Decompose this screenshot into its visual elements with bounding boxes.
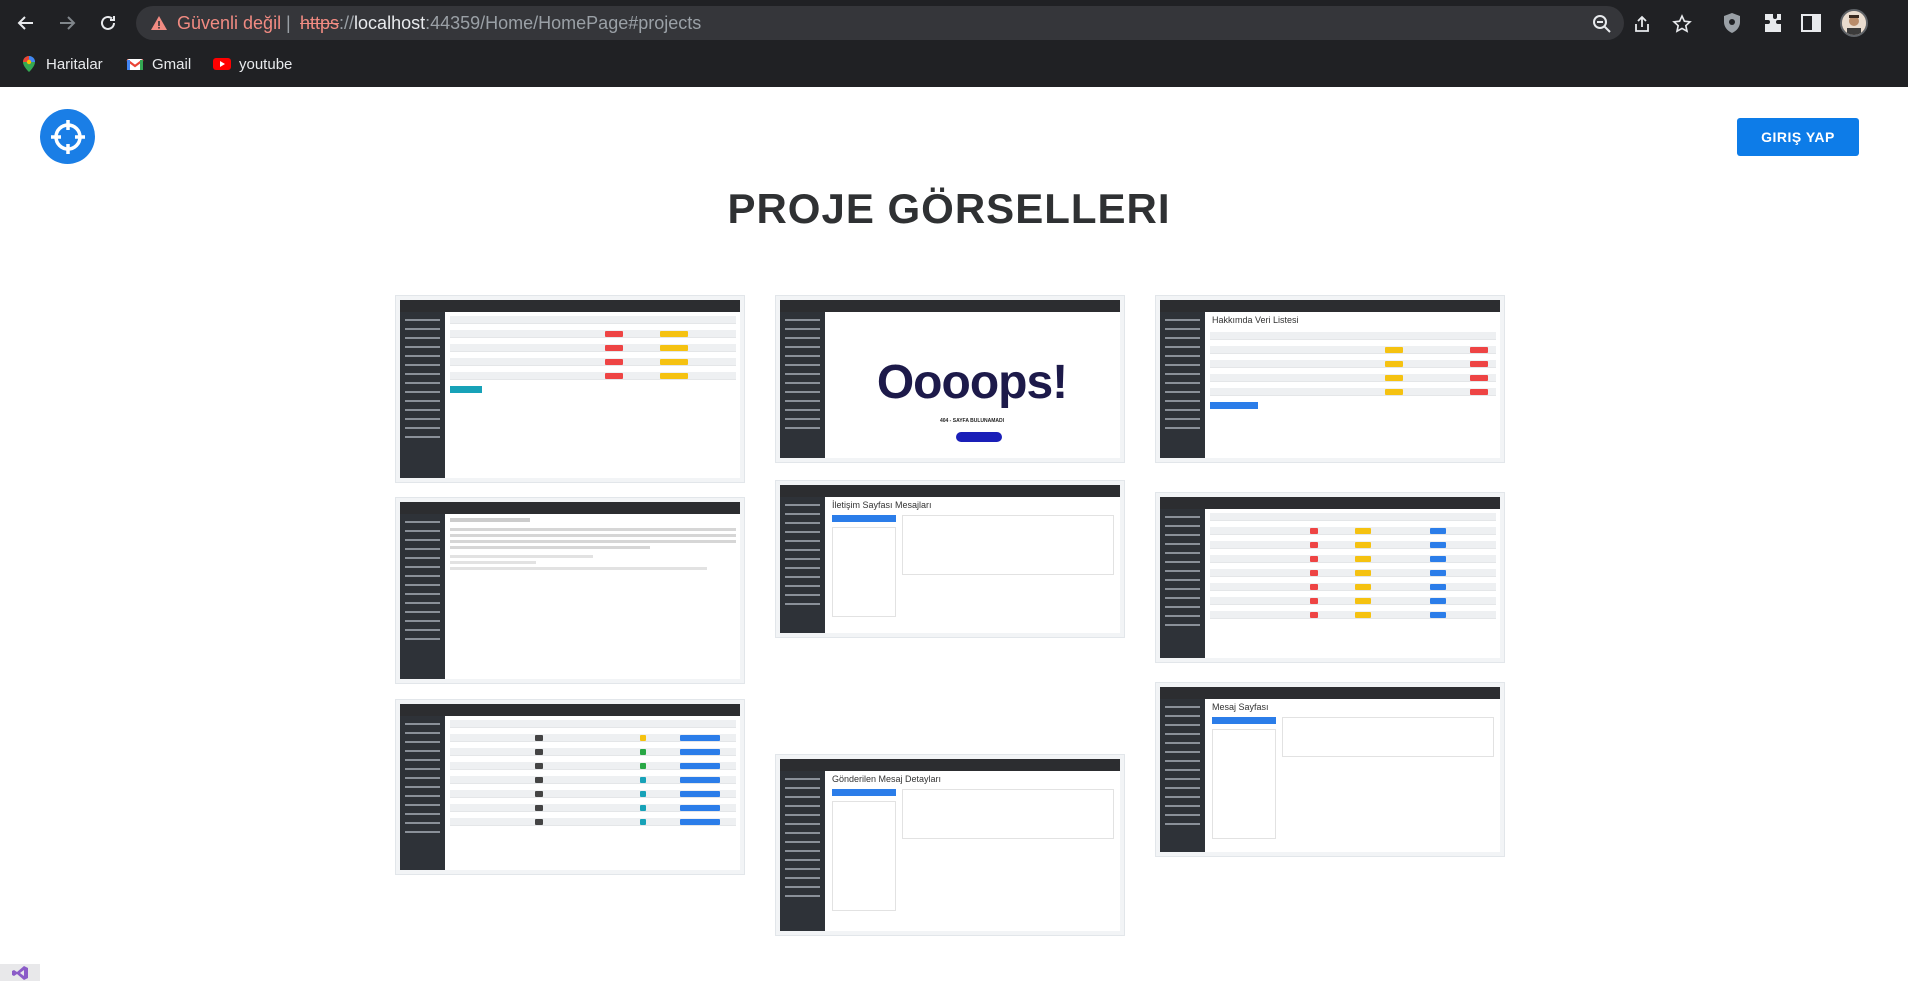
thumbnail-screenshot: İletişim Sayfası Mesajları [780, 485, 1120, 633]
bookmarks-bar: Haritalar Gmail youtube [0, 46, 1908, 82]
thumbnail-heading: Hakkımda Veri Listesi [1212, 315, 1299, 325]
thumbnail-screenshot: Hakkımda Veri Listesi [1160, 300, 1500, 458]
thumbnail-screenshot [400, 502, 740, 679]
thumbnail-screenshot [1160, 497, 1500, 658]
zoom-icon[interactable] [1592, 14, 1612, 34]
thumbnail-screenshot: Mesaj Sayfası [1160, 687, 1500, 852]
youtube-icon [213, 58, 231, 70]
project-thumbnail[interactable] [395, 295, 745, 483]
project-thumbnail[interactable] [395, 699, 745, 875]
profile-avatar[interactable] [1840, 9, 1868, 37]
section-title: PROJE GÖRSELLERI [727, 185, 1171, 232]
thumbnail-heading: Gönderilen Mesaj Detayları [832, 774, 942, 784]
back-home-mini-button [956, 432, 1002, 442]
url-scheme: https [300, 13, 340, 33]
address-bar[interactable]: Güvenli değil | https://localhost:44359/… [136, 6, 1692, 40]
project-thumbnail[interactable] [395, 497, 745, 684]
visual-studio-icon [12, 966, 28, 980]
browser-toolbar: Güvenli değil | https://localhost:44359/… [0, 0, 1908, 46]
login-button[interactable]: GIRIŞ YAP [1737, 118, 1859, 156]
thumbnail-screenshot [400, 300, 740, 478]
reload-icon [101, 15, 115, 30]
shield-extension-icon[interactable] [1720, 11, 1744, 35]
security-status[interactable]: Güvenli değil [177, 13, 281, 34]
site-logo[interactable] [40, 109, 95, 164]
project-thumbnail[interactable]: Hakkımda Veri Listesi [1155, 295, 1505, 463]
gmail-icon [126, 59, 144, 70]
url-path: :44359/Home/HomePage#projects [425, 13, 702, 33]
maps-icon [23, 56, 35, 72]
bookmark-label: youtube [239, 55, 293, 73]
url-text[interactable]: https://localhost:44359/Home/HomePage#pr… [300, 13, 701, 34]
thumbnail-heading: İletişim Sayfası Mesajları [832, 500, 932, 510]
back-button[interactable] [12, 9, 40, 37]
bookmark-haritalar[interactable]: Haritalar [20, 54, 103, 74]
forward-arrow-icon [60, 16, 76, 30]
omnibox-separator: | [286, 13, 291, 33]
project-thumbnail[interactable]: İletişim Sayfası Mesajları [775, 480, 1125, 638]
not-found-text: 404 - SAYFA BULUNAMADI [939, 418, 1005, 424]
project-thumbnail[interactable]: Oooops! 404 - SAYFA BULUNAMADI [775, 295, 1125, 463]
extensions-puzzle-icon[interactable] [1760, 11, 1784, 35]
browser-chrome: Güvenli değil | https://localhost:44359/… [0, 0, 1908, 87]
reload-button[interactable] [94, 9, 122, 37]
oops-heading: Oooops! [876, 356, 1068, 409]
share-icon[interactable] [1632, 14, 1652, 34]
forward-button[interactable] [53, 9, 81, 37]
back-arrow-icon [17, 16, 33, 30]
project-thumbnail[interactable]: Mesaj Sayfası [1155, 682, 1505, 857]
bookmark-gmail[interactable]: Gmail [126, 54, 191, 74]
bookmark-label: Haritalar [46, 55, 103, 73]
thumbnail-screenshot: Gönderilen Mesaj Detayları [780, 759, 1120, 931]
bookmark-star-icon[interactable] [1672, 14, 1692, 34]
bookmark-youtube[interactable]: youtube [213, 54, 292, 74]
project-thumbnail[interactable]: Gönderilen Mesaj Detayları [775, 754, 1125, 936]
visual-studio-taskbar[interactable] [0, 964, 40, 981]
url-host: localhost [354, 13, 426, 33]
url-scheme-separator: :// [339, 13, 355, 33]
crosshair-logo-icon [50, 119, 85, 154]
side-panel-icon[interactable] [1799, 11, 1823, 35]
profile-face-icon [1842, 11, 1866, 35]
thumbnail-heading: Mesaj Sayfası [1212, 702, 1269, 712]
warning-icon [151, 16, 167, 30]
project-thumbnail[interactable] [1155, 492, 1505, 663]
bookmark-label: Gmail [152, 55, 192, 73]
page-content: GIRIŞ YAP PROJE GÖRSELLERI Oooops! 404 -… [0, 87, 1908, 981]
thumbnail-screenshot: Oooops! 404 - SAYFA BULUNAMADI [780, 300, 1120, 458]
thumbnail-screenshot [400, 704, 740, 870]
